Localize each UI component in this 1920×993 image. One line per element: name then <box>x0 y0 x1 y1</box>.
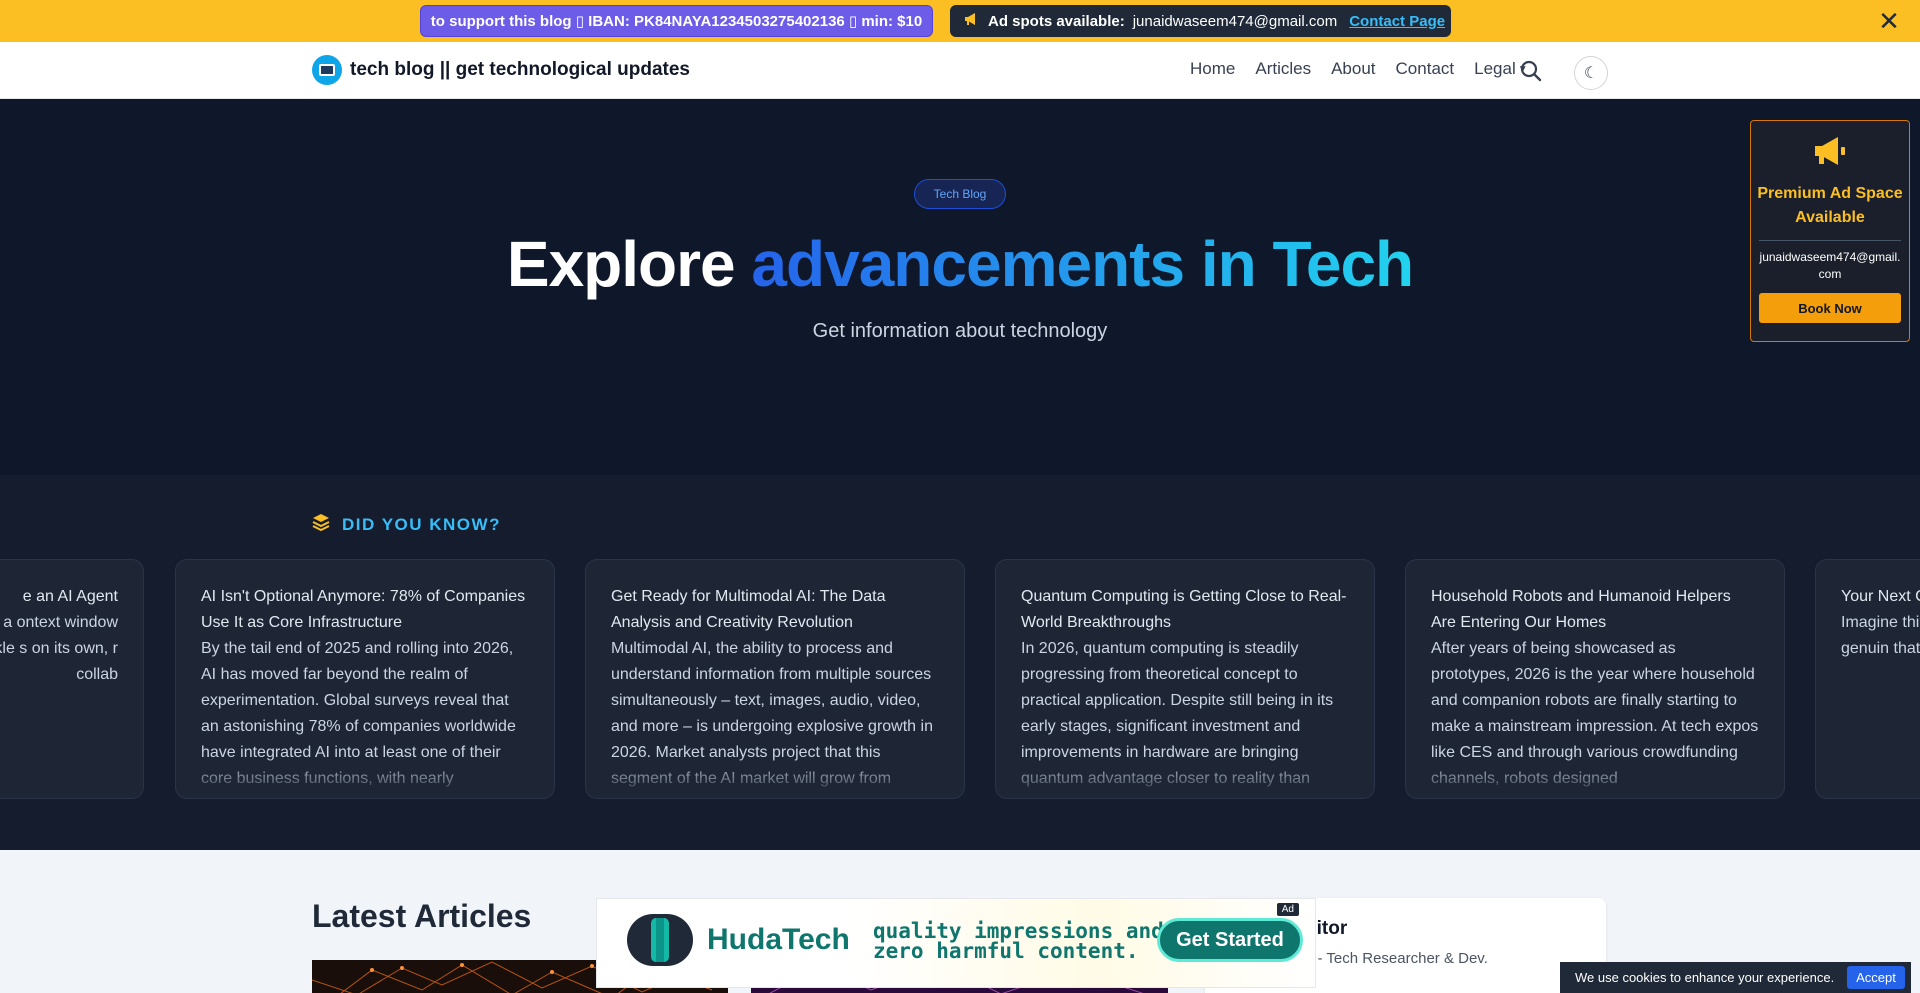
hero-title-gradient: advancements in Tech <box>751 228 1414 300</box>
theme-toggle-button[interactable]: ☾ <box>1574 56 1608 90</box>
hero-title-part1: Explore <box>506 228 752 300</box>
hero-subtitle: Get information about technology <box>812 320 1108 342</box>
premium-ad-card: Premium Ad Space Available junaidwaseem4… <box>1750 120 1910 342</box>
support-text: to support this blog ▯ IBAN: PK84NAYA123… <box>430 13 923 30</box>
fact-card-body: By the tail end of 2025 and rolling into… <box>201 640 516 787</box>
layers-icon <box>312 513 330 536</box>
fact-card[interactable]: Household Robots and Humanoid Helpers Ar… <box>1405 559 1785 799</box>
fact-card[interactable]: AI Isn't Optional Anymore: 78% of Compan… <box>175 559 555 799</box>
fact-card-body: Multimodal AI, the ability to process an… <box>611 640 933 787</box>
hudatech-tagline-line2: zero harmful content. <box>873 939 1139 963</box>
ad-spots-email: junaidwaseem474@gmail.com <box>1132 12 1338 30</box>
brand-name: tech blog || get technological updates <box>350 59 690 80</box>
fact-card[interactable]: e an AI Agent 2026. OpenAI e model with … <box>0 559 144 799</box>
fact-card[interactable]: Quantum Computing is Getting Close to Re… <box>995 559 1375 799</box>
hudatech-tagline: quality impressions and zero harmful con… <box>873 919 1164 963</box>
brand-logo-icon <box>312 55 342 85</box>
premium-ad-email: junaidwaseem474@gmail.com <box>1759 250 1901 281</box>
get-started-button[interactable]: Get Started <box>1157 918 1303 962</box>
did-you-know-title: DID YOU KNOW? <box>342 514 501 534</box>
navbar: tech blog || get technological updates H… <box>0 42 1920 99</box>
nav-home[interactable]: Home <box>1190 59 1235 79</box>
nav-about[interactable]: About <box>1331 59 1375 79</box>
cookie-banner: We use cookies to enhance your experienc… <box>1560 962 1911 993</box>
cookie-text: We use cookies to enhance your experienc… <box>1575 970 1835 985</box>
megaphone-icon <box>964 12 980 30</box>
hudatech-banner-ad[interactable]: Ad HudaTech quality impressions and zero… <box>596 898 1316 988</box>
contact-page-link[interactable]: Contact Page <box>1349 13 1445 30</box>
fact-card-title: Household Robots and Humanoid Helpers Ar… <box>1431 588 1731 631</box>
fact-card-body: Imagine thi drops GPT- gargantuan and ge… <box>1841 614 1920 657</box>
nav-contact[interactable]: Contact <box>1396 59 1455 79</box>
editor-subtitle: n - Tech Researcher & Dev. <box>1305 950 1488 967</box>
brand-link[interactable]: tech blog || get technological updates <box>312 55 690 85</box>
fact-card[interactable]: Get Ready for Multimodal AI: The Data An… <box>585 559 965 799</box>
did-you-know-header: DID YOU KNOW? <box>312 513 501 536</box>
ad-tag: Ad <box>1276 903 1299 916</box>
fact-card-body: 2026. OpenAI e model with a ontext windo… <box>0 614 118 683</box>
close-icon[interactable]: ✕ <box>1874 6 1904 36</box>
book-now-button[interactable]: Book Now <box>1759 293 1901 323</box>
did-you-know-section: DID YOU KNOW? e an AI Agent 2026. OpenAI… <box>0 475 1920 850</box>
fact-card-title: Get Ready for Multimodal AI: The Data An… <box>611 588 886 631</box>
hero-title: Explore advancements in Tech <box>0 227 1920 301</box>
nav-articles[interactable]: Articles <box>1255 59 1311 79</box>
ad-spots-pill: Ad spots available: junaidwaseem474@gmai… <box>950 5 1451 37</box>
hudatech-logo-icon <box>627 914 693 966</box>
moon-icon: ☾ <box>1583 65 1599 82</box>
search-icon[interactable] <box>1520 60 1542 82</box>
ad-spots-label: Ad spots available: <box>988 12 1125 30</box>
top-announcement-bar: to support this blog ▯ IBAN: PK84NAYA123… <box>0 0 1920 42</box>
fact-card-title: Quantum Computing is Getting Close to Re… <box>1021 588 1347 631</box>
fact-card-body: After years of being showcased as protot… <box>1431 640 1759 787</box>
hudatech-name: HudaTech <box>707 923 850 956</box>
hero-section: Tech Blog Explore advancements in Tech G… <box>0 99 1920 475</box>
fact-card-body: In 2026, quantum computing is steadily p… <box>1021 640 1334 787</box>
fact-card-title: e an AI Agent <box>22 588 118 605</box>
support-iban-pill: to support this blog ▯ IBAN: PK84NAYA123… <box>420 5 933 37</box>
fact-card[interactable]: Your Next C Imagine thi drops GPT- garga… <box>1815 559 1920 799</box>
nav-links: Home Articles About Contact Legal ▼ <box>1190 59 1528 79</box>
accept-cookies-button[interactable]: Accept <box>1847 966 1905 989</box>
nav-legal-label: Legal <box>1474 59 1516 78</box>
latest-articles-title: Latest Articles <box>312 898 532 934</box>
tech-blog-badge: Tech Blog <box>914 179 1006 209</box>
divider <box>1759 240 1901 241</box>
hudatech-tagline-line1: quality impressions and <box>873 919 1164 943</box>
megaphone-icon <box>1751 135 1909 176</box>
premium-ad-title: Premium Ad Space Available <box>1757 185 1903 226</box>
fact-card-title: Your Next C <box>1841 588 1920 605</box>
fact-card-title: AI Isn't Optional Anymore: 78% of Compan… <box>201 588 526 631</box>
